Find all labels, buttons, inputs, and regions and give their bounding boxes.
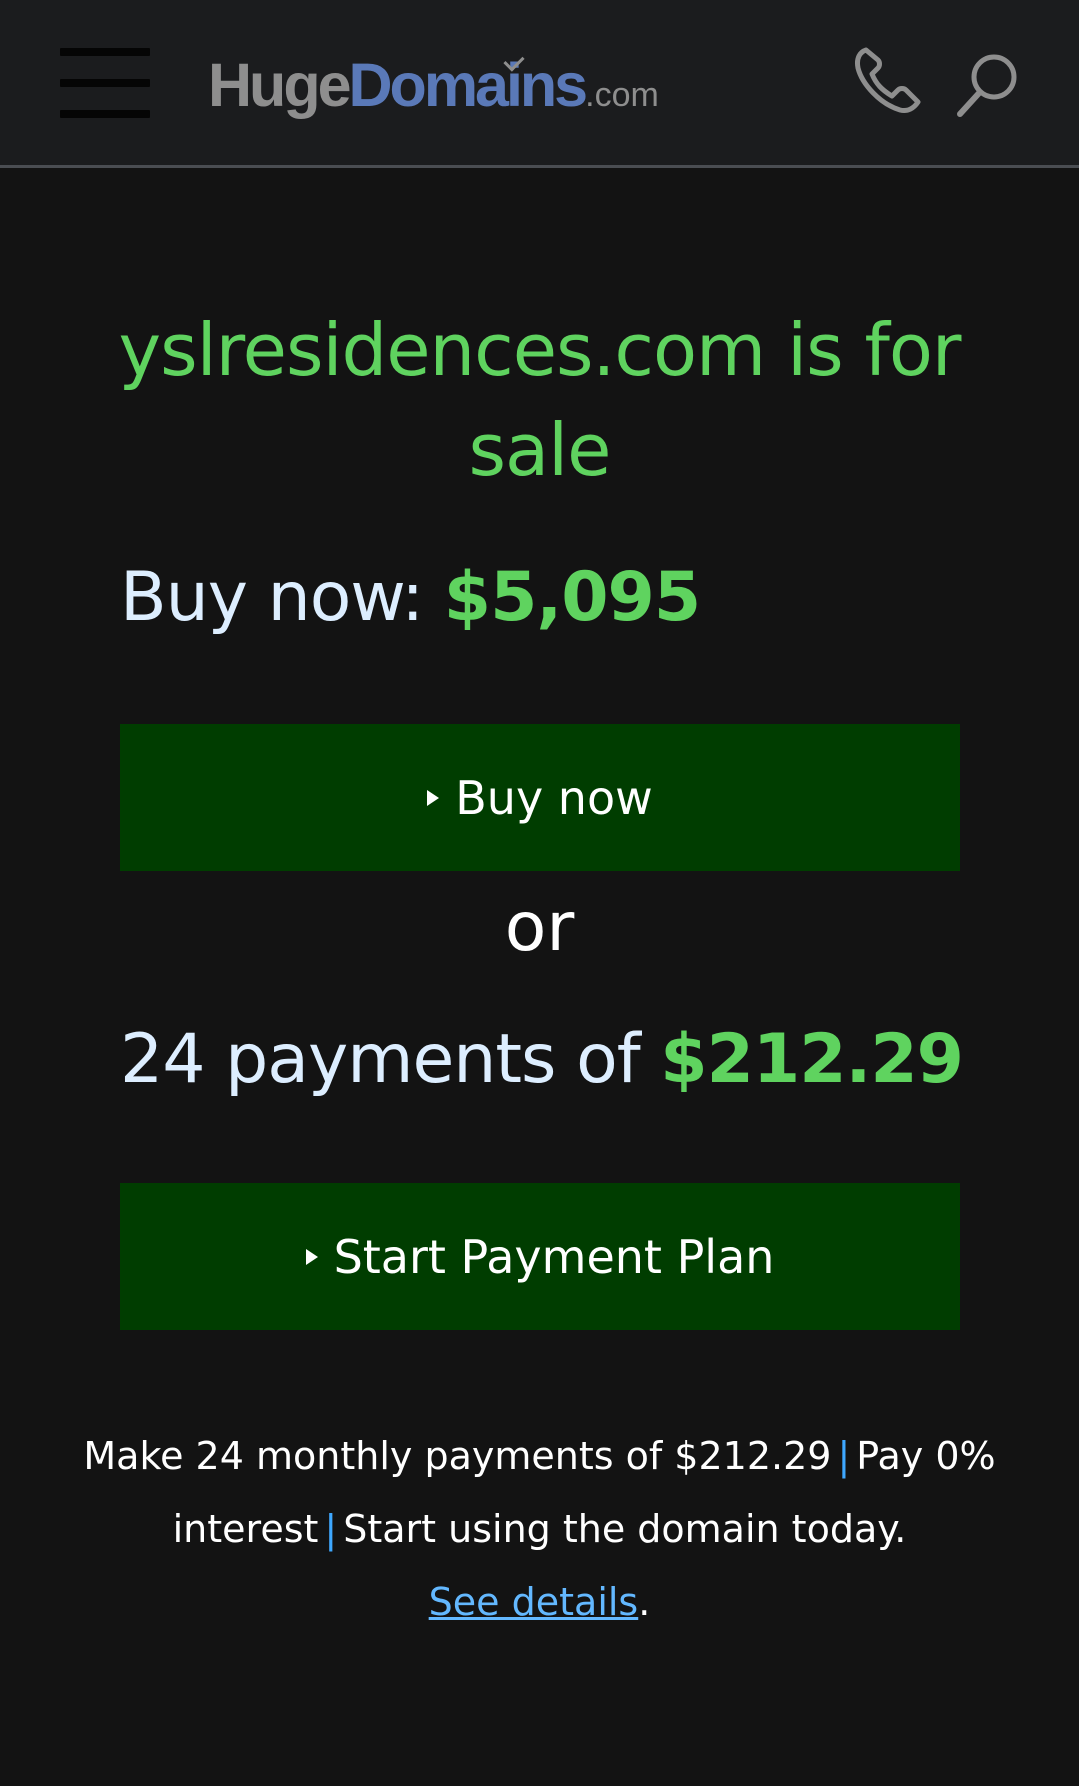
buy-now-label: Buy now: — [120, 558, 424, 637]
details-separator: | — [837, 1434, 851, 1478]
page-title: yslresidences.com is for sale — [118, 308, 962, 492]
buy-now-amount: $5,095 — [443, 558, 701, 637]
details-period: . — [638, 1580, 651, 1624]
play-arrow-icon — [427, 789, 440, 806]
details-start: Start using the domain today. — [343, 1507, 907, 1551]
payment-details-text: Make 24 monthly payments of $212.29 | Pay … — [80, 1420, 999, 1639]
payment-plan-price: 24 payments of $212.29 — [120, 1020, 964, 1099]
site-header: HugeDomains .com — [0, 0, 1079, 168]
phone-icon[interactable] — [852, 44, 924, 116]
buy-now-price: Buy now: $5,095 — [120, 558, 701, 637]
details-separator: | — [324, 1507, 338, 1551]
or-divider: or — [504, 888, 575, 967]
payments-amount: $212.29 — [660, 1020, 964, 1099]
search-icon[interactable] — [952, 50, 1022, 120]
details-monthly: Make 24 monthly payments of $212.29 — [83, 1434, 832, 1478]
hamburger-menu-icon[interactable] — [60, 48, 150, 118]
buy-now-button[interactable]: Buy now — [120, 724, 960, 871]
start-payment-plan-label: Start Payment Plan — [333, 1229, 775, 1284]
see-details-link[interactable]: See details — [429, 1580, 639, 1624]
play-arrow-icon — [305, 1248, 318, 1265]
payments-label: 24 payments of — [120, 1020, 641, 1099]
start-payment-plan-button[interactable]: Start Payment Plan — [120, 1183, 960, 1330]
hugedomains-logo[interactable]: HugeDomains .com — [208, 50, 659, 130]
buy-now-button-label: Buy now — [455, 770, 653, 825]
